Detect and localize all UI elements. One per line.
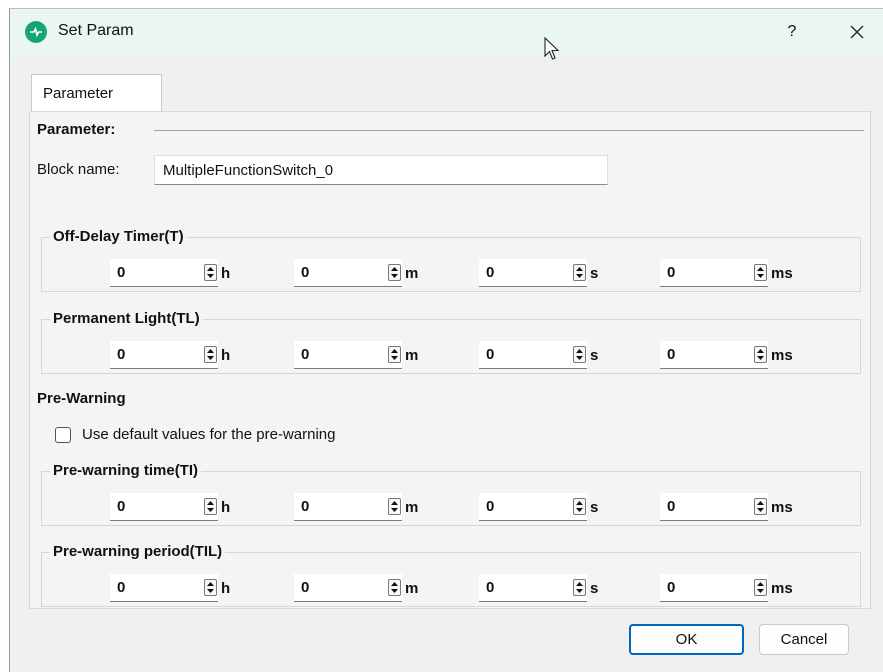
help-button[interactable]: ?	[779, 17, 805, 47]
spin-arrows-icon[interactable]	[754, 579, 767, 596]
minutes-unit: m	[405, 580, 419, 597]
prewarning-time-seconds-spinbox[interactable]: 0	[479, 493, 587, 521]
ms-unit: ms	[771, 265, 793, 282]
app-logo-icon	[25, 21, 47, 43]
parameter-section-title: Parameter:	[37, 121, 116, 138]
ms-unit: ms	[771, 499, 793, 516]
mouse-cursor-icon	[544, 37, 560, 60]
permanent-light-minutes-spinbox[interactable]: 0	[294, 341, 402, 369]
permanent-light-ms-spinbox[interactable]: 0	[660, 341, 768, 369]
spin-arrows-icon[interactable]	[754, 498, 767, 515]
tab-parameter[interactable]: Parameter	[31, 74, 162, 112]
block-name-input[interactable]	[154, 155, 608, 185]
prewarning-period-hours-spinbox[interactable]: 0	[110, 574, 218, 602]
hours-unit: h	[221, 499, 231, 516]
hours-unit: h	[221, 265, 231, 282]
minutes-unit: m	[405, 347, 419, 364]
prewarning-period-seconds-spinbox[interactable]: 0	[479, 574, 587, 602]
spin-arrows-icon[interactable]	[204, 346, 217, 363]
permanent-light-hours-spinbox[interactable]: 0	[110, 341, 218, 369]
spin-arrows-icon[interactable]	[204, 264, 217, 281]
prewarning-time-hours-spinbox[interactable]: 0	[110, 493, 218, 521]
use-default-prewarning-checkbox[interactable]	[55, 427, 71, 443]
spin-arrows-icon[interactable]	[754, 346, 767, 363]
spin-arrows-icon[interactable]	[573, 264, 586, 281]
seconds-unit: s	[590, 347, 599, 364]
prewarning-period-title: Pre-warning period(TIL)	[50, 543, 226, 560]
minutes-unit: m	[405, 499, 419, 516]
cancel-button[interactable]: Cancel	[759, 624, 849, 655]
spin-arrows-icon[interactable]	[573, 498, 586, 515]
close-button[interactable]	[842, 17, 872, 47]
section-divider	[154, 130, 864, 131]
hours-unit: h	[221, 580, 231, 597]
off-delay-ms-spinbox[interactable]: 0	[660, 259, 768, 287]
seconds-unit: s	[590, 580, 599, 597]
minutes-unit: m	[405, 265, 419, 282]
spin-arrows-icon[interactable]	[388, 346, 401, 363]
off-delay-hours-spinbox[interactable]: 0	[110, 259, 218, 287]
prewarning-time-title: Pre-warning time(TI)	[50, 462, 202, 479]
prewarning-period-minutes-spinbox[interactable]: 0	[294, 574, 402, 602]
ok-button[interactable]: OK	[629, 624, 744, 655]
off-delay-timer-title: Off-Delay Timer(T)	[50, 228, 187, 245]
spin-arrows-icon[interactable]	[388, 498, 401, 515]
parameter-panel: Parameter: Block name: Off-Delay Timer(T…	[29, 111, 871, 609]
window-title: Set Param	[58, 22, 134, 39]
spin-arrows-icon[interactable]	[573, 346, 586, 363]
prewarning-time-minutes-spinbox[interactable]: 0	[294, 493, 402, 521]
hours-unit: h	[221, 347, 231, 364]
set-param-dialog: Set Param ? Parameter Parameter: Block n…	[9, 8, 883, 672]
spin-arrows-icon[interactable]	[204, 498, 217, 515]
permanent-light-seconds-spinbox[interactable]: 0	[479, 341, 587, 369]
tab-parameter-label: Parameter	[43, 85, 114, 102]
permanent-light-title: Permanent Light(TL)	[50, 310, 203, 327]
spin-arrows-icon[interactable]	[754, 264, 767, 281]
off-delay-seconds-spinbox[interactable]: 0	[479, 259, 587, 287]
title-bar[interactable]: Set Param ?	[10, 9, 883, 60]
seconds-unit: s	[590, 265, 599, 282]
off-delay-minutes-spinbox[interactable]: 0	[294, 259, 402, 287]
prewarning-period-ms-spinbox[interactable]: 0	[660, 574, 768, 602]
use-default-prewarning-label[interactable]: Use default values for the pre-warning	[82, 426, 335, 443]
block-name-label: Block name:	[37, 161, 120, 178]
ms-unit: ms	[771, 347, 793, 364]
pre-warning-title: Pre-Warning	[37, 390, 126, 407]
spin-arrows-icon[interactable]	[573, 579, 586, 596]
spin-arrows-icon[interactable]	[388, 264, 401, 281]
seconds-unit: s	[590, 499, 599, 516]
prewarning-time-ms-spinbox[interactable]: 0	[660, 493, 768, 521]
close-icon	[850, 25, 864, 39]
spin-arrows-icon[interactable]	[204, 579, 217, 596]
ms-unit: ms	[771, 580, 793, 597]
spin-arrows-icon[interactable]	[388, 579, 401, 596]
